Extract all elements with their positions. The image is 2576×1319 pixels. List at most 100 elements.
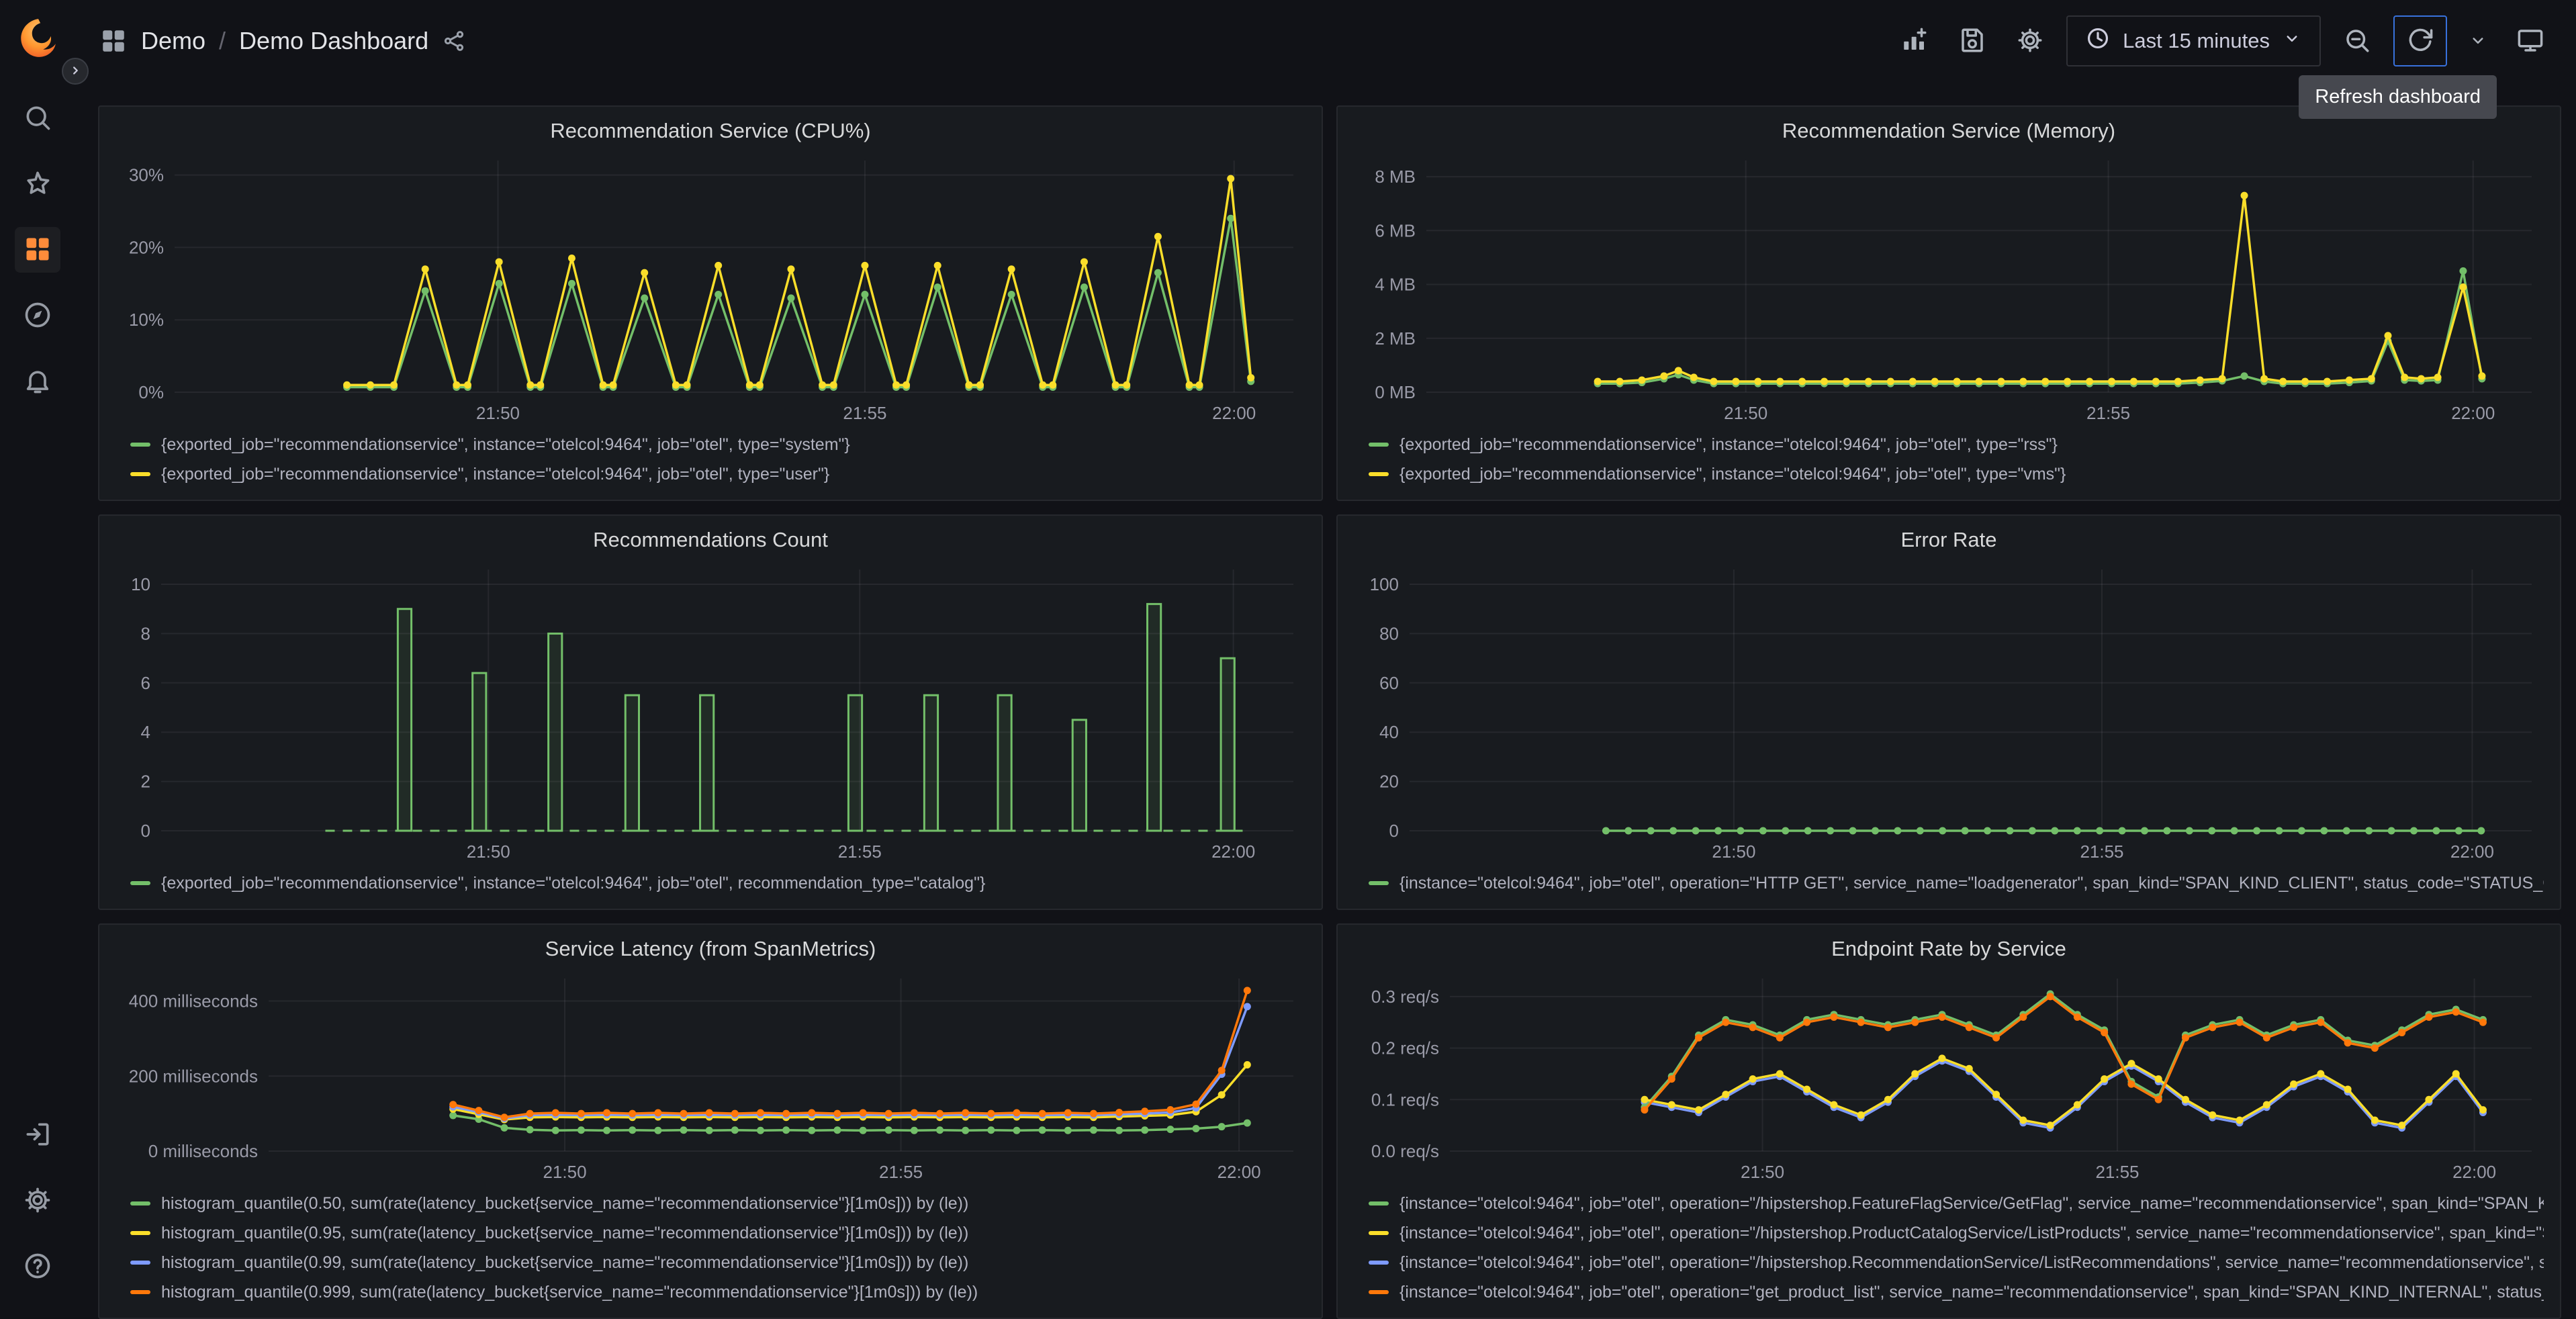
svg-text:200 milliseconds: 200 milliseconds — [129, 1066, 258, 1086]
panel-endpoint-rate: Endpoint Rate by Service 0.0 req/s 0.1 re… — [1336, 923, 2561, 1319]
svg-text:21:55: 21:55 — [879, 1162, 923, 1182]
legend: {exported_job="recommendationservice", i… — [1338, 427, 2560, 500]
panel-title[interactable]: Endpoint Rate by Service — [1338, 925, 2560, 966]
refresh-button[interactable] — [2393, 15, 2447, 66]
panel-title[interactable]: Service Latency (from SpanMetrics) — [99, 925, 1322, 966]
sidebar-item-starred[interactable] — [15, 161, 60, 207]
error-rate-chart[interactable]: 0 20 40 60 80 100 21:50 21:55 22:00 — [1346, 557, 2552, 866]
svg-text:8: 8 — [141, 623, 150, 643]
svg-text:2 MB: 2 MB — [1375, 328, 1416, 349]
legend-item[interactable]: {instance="otelcol:9464", job="otel", op… — [1369, 1189, 2544, 1218]
svg-text:0 MB: 0 MB — [1375, 382, 1416, 402]
legend-item[interactable]: {instance="otelcol:9464", job="otel", op… — [1369, 1277, 2544, 1307]
sidebar-item-search[interactable] — [15, 95, 60, 141]
panel-title[interactable]: Recommendation Service (CPU%) — [99, 107, 1322, 148]
svg-text:21:50: 21:50 — [1724, 403, 1767, 423]
legend-label: {instance="otelcol:9464", job="otel", op… — [1399, 873, 2544, 893]
sidebar-item-configuration[interactable] — [15, 1178, 60, 1224]
save-icon — [1958, 26, 1986, 56]
panel-recommendation-cpu: Recommendation Service (CPU%) 0% 10% 20% 30… — [98, 105, 1323, 501]
breadcrumb: Demo / Demo Dashboard — [99, 27, 466, 55]
time-range-picker[interactable]: Last 15 minutes — [2066, 15, 2321, 66]
sidebar-item-alerting[interactable] — [15, 359, 60, 404]
compass-icon — [23, 300, 52, 332]
breadcrumb-section[interactable]: Demo — [141, 27, 205, 55]
legend-item[interactable]: {instance="otelcol:9464", job="otel", op… — [1369, 1218, 2544, 1248]
svg-text:21:50: 21:50 — [476, 403, 520, 423]
svg-text:40: 40 — [1379, 722, 1399, 742]
legend-label: {exported_job="recommendationservice", i… — [161, 873, 986, 893]
add-panel-icon — [1900, 26, 1929, 56]
legend-item[interactable]: histogram_quantile(0.50, sum(rate(latenc… — [130, 1189, 1305, 1218]
legend-label: {exported_job="recommendationservice", i… — [161, 435, 850, 454]
endpoint-rate-chart[interactable]: 0.0 req/s 0.1 req/s 0.2 req/s 0.3 req/s 21:5… — [1346, 966, 2552, 1186]
sign-in-icon — [23, 1120, 52, 1151]
legend-swatch — [130, 1261, 150, 1265]
legend: {exported_job="recommendationservice", i… — [99, 427, 1322, 500]
memory-chart[interactable]: 0 MB 2 MB 4 MB 6 MB 8 MB 21:50 21:55 22:00 — [1346, 148, 2552, 427]
gear-icon — [23, 1185, 52, 1217]
breadcrumb-page[interactable]: Demo Dashboard — [239, 27, 428, 55]
svg-text:21:50: 21:50 — [467, 842, 510, 862]
legend-swatch — [1369, 1231, 1389, 1235]
sidebar-item-help[interactable] — [15, 1244, 60, 1289]
legend-item[interactable]: histogram_quantile(0.999, sum(rate(laten… — [130, 1277, 1305, 1307]
legend-item[interactable]: {exported_job="recommendationservice", i… — [130, 430, 1305, 459]
legend-item[interactable]: {exported_job="recommendationservice", i… — [130, 868, 1305, 898]
svg-text:21:55: 21:55 — [2095, 1162, 2139, 1182]
svg-text:0: 0 — [1389, 821, 1399, 841]
monitor-icon — [2516, 26, 2544, 56]
sidebar-item-dashboards[interactable] — [15, 227, 60, 273]
svg-text:6 MB: 6 MB — [1375, 220, 1416, 240]
legend: {instance="otelcol:9464", job="otel", op… — [1338, 866, 2560, 909]
panel-title[interactable]: Recommendations Count — [99, 516, 1322, 557]
svg-text:400 milliseconds: 400 milliseconds — [129, 991, 258, 1011]
svg-text:20%: 20% — [129, 237, 164, 257]
service-latency-chart[interactable]: 0 milliseconds 200 milliseconds 400 millis… — [107, 966, 1314, 1186]
legend: histogram_quantile(0.50, sum(rate(latenc… — [99, 1186, 1322, 1318]
legend-item[interactable]: {instance="otelcol:9464", job="otel", op… — [1369, 1248, 2544, 1277]
legend-swatch — [1369, 443, 1389, 447]
panel-recommendations-count: Recommendations Count 0 2 4 6 8 10 21:50 21:55 2… — [98, 514, 1323, 910]
refresh-tooltip: Refresh dashboard — [2299, 75, 2497, 119]
cpu-chart[interactable]: 0% 10% 20% 30% 21:50 21:55 22:00 — [107, 148, 1314, 427]
legend-item[interactable]: {instance="otelcol:9464", job="otel", op… — [1369, 868, 2544, 898]
svg-text:22:00: 22:00 — [2452, 1162, 2496, 1182]
chevron-down-icon — [2282, 28, 2302, 54]
dashboards-grid-icon — [23, 234, 52, 266]
legend-label: {exported_job="recommendationservice", i… — [1399, 464, 2066, 484]
add-panel-button[interactable] — [1893, 15, 1936, 66]
dashboard-toolbar: Last 15 minutes — [1893, 15, 2552, 66]
svg-text:4 MB: 4 MB — [1375, 275, 1416, 295]
panel-title[interactable]: Error Rate — [1338, 516, 2560, 557]
bell-icon — [23, 366, 52, 398]
legend-swatch — [1369, 1261, 1389, 1265]
share-icon[interactable] — [442, 29, 466, 53]
legend-item[interactable]: histogram_quantile(0.99, sum(rate(latenc… — [130, 1248, 1305, 1277]
time-range-label: Last 15 minutes — [2123, 29, 2270, 52]
recommendations-count-chart[interactable]: 0 2 4 6 8 10 21:50 21:55 22:00 — [107, 557, 1314, 866]
search-icon — [23, 103, 52, 134]
legend-label: histogram_quantile(0.99, sum(rate(latenc… — [161, 1253, 969, 1272]
dashboard-settings-button[interactable] — [2009, 15, 2052, 66]
legend-swatch — [130, 881, 150, 885]
clock-icon — [2085, 26, 2111, 56]
svg-text:10%: 10% — [129, 310, 164, 330]
svg-text:22:00: 22:00 — [1217, 1162, 1261, 1182]
svg-text:80: 80 — [1379, 623, 1399, 643]
legend-item[interactable]: {exported_job="recommendationservice", i… — [1369, 430, 2544, 459]
save-dashboard-button[interactable] — [1951, 15, 1994, 66]
legend-item[interactable]: {exported_job="recommendationservice", i… — [1369, 459, 2544, 489]
zoom-out-icon — [2343, 26, 2371, 56]
sidebar-item-sign-in[interactable] — [15, 1112, 60, 1158]
sidebar-expand-button[interactable] — [62, 58, 89, 85]
refresh-interval-caret[interactable] — [2462, 15, 2494, 66]
cycle-view-mode-button[interactable] — [2509, 15, 2552, 66]
grafana-logo-icon[interactable] — [15, 16, 60, 60]
legend-swatch — [1369, 881, 1389, 885]
zoom-out-button[interactable] — [2336, 15, 2379, 66]
svg-text:20: 20 — [1379, 772, 1399, 792]
sidebar-item-explore[interactable] — [15, 293, 60, 338]
legend-item[interactable]: histogram_quantile(0.95, sum(rate(latenc… — [130, 1218, 1305, 1248]
legend-item[interactable]: {exported_job="recommendationservice", i… — [130, 459, 1305, 489]
